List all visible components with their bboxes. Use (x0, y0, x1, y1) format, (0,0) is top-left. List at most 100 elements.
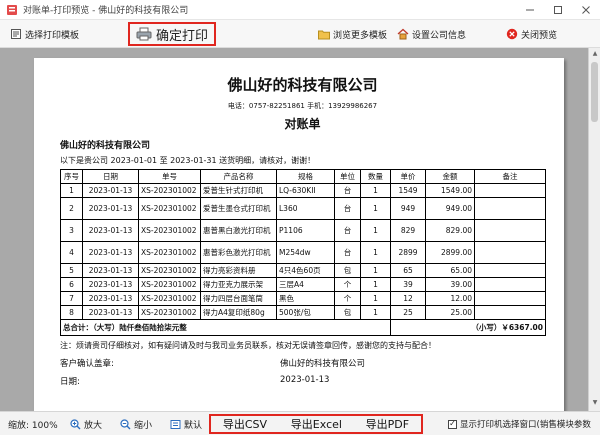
company-info-label: 设置公司信息 (412, 30, 467, 41)
select-template-label: 选择打印模板 (25, 30, 80, 41)
cell-unit: 个 (334, 291, 361, 306)
preview-canvas[interactable]: 佛山好的科技有限公司 电话：0757-82251861 手机：139299862… (0, 48, 600, 411)
cell-date: 2023-01-13 (82, 277, 139, 292)
zoom-out-button[interactable]: 缩小 (120, 412, 152, 435)
close-window-button[interactable] (572, 0, 600, 20)
cell-qty: 1 (360, 305, 391, 320)
cell-remark (474, 263, 546, 278)
cell-no: 1 (60, 183, 83, 198)
cell-spec: 三层A4 (276, 277, 335, 292)
cell-no: 6 (60, 277, 83, 292)
header-cell: 备注 (474, 169, 546, 184)
cell-product: 爱普生墨仓式打印机 (200, 197, 277, 220)
cell-unit: 台 (334, 241, 361, 264)
cell-product: 惠普彩色激光打印机 (200, 241, 277, 264)
header-cell: 规格 (276, 169, 335, 184)
cell-spec: M254dw (276, 241, 335, 264)
cell-remark (474, 219, 546, 242)
total-uppercase: 总合计：（大写）陆仟叁佰陆拾柒元整 (60, 319, 391, 336)
date-label: 日期: (60, 377, 80, 387)
zoom-level: 缩放: 100% (8, 420, 58, 431)
cell-no: 7 (60, 291, 83, 306)
cell-qty: 1 (360, 277, 391, 292)
close-icon (582, 6, 590, 14)
confirm-print-button[interactable]: 确定打印 (128, 22, 217, 46)
cell-amount: 25.00 (425, 305, 475, 320)
scroll-up-icon[interactable]: ▲ (590, 50, 600, 60)
total-lowercase: （小写）￥6367.00 (390, 319, 546, 336)
company-info-button[interactable]: 设置公司信息 (397, 20, 466, 48)
title-bar: 对账单-打印预览 - 佛山好的科技有限公司 (0, 0, 600, 20)
cell-price: 949 (390, 197, 426, 220)
cell-product: 爱普生针式打印机 (200, 183, 277, 198)
cell-date: 2023-01-13 (82, 219, 139, 242)
cell-remark (474, 241, 546, 264)
sign-company: 佛山好的科技有限公司 (280, 359, 366, 369)
cell-unit: 台 (334, 197, 361, 220)
minimize-icon (526, 9, 534, 11)
browse-more-templates-button[interactable]: 浏览更多模板 (318, 20, 387, 48)
maximize-icon (554, 6, 562, 14)
export-csv-button[interactable]: 导出CSV (223, 416, 267, 432)
cell-order: XS-202301002 (138, 291, 201, 306)
table-row: 5 2023-01-13 XS-202301002 得力亮彩资料册 4只4色60… (60, 263, 546, 278)
document-title: 对账单 (284, 117, 321, 131)
zoom-default-label: 默认 (184, 420, 203, 431)
export-pdf-button[interactable]: 导出PDF (366, 416, 409, 432)
zoom-in-label: 放大 (84, 420, 103, 431)
statement-page: 佛山好的科技有限公司 电话：0757-82251861 手机：139299862… (34, 58, 564, 411)
cell-no: 5 (60, 263, 83, 278)
table-row: 6 2023-01-13 XS-202301002 得力亚克力展示架 三层A4 … (60, 277, 546, 292)
show-printer-dialog-checkbox[interactable]: ✓ 显示打印机选择窗口(销售模块参数 (448, 412, 591, 435)
cell-amount: 2899.00 (425, 241, 475, 264)
header-cell: 数量 (360, 169, 391, 184)
maximize-button[interactable] (544, 0, 572, 20)
close-preview-button[interactable]: 关闭预览 (506, 20, 557, 48)
zoom-out-label: 缩小 (134, 420, 153, 431)
cell-no: 4 (60, 241, 83, 264)
cell-date: 2023-01-13 (82, 241, 139, 264)
cell-date: 2023-01-13 (82, 291, 139, 306)
cell-qty: 1 (360, 219, 391, 242)
cell-price: 25 (390, 305, 426, 320)
cell-remark (474, 305, 546, 320)
statement-table: 序号 日期 单号 产品名称 规格 单位 数量 单价 金额 备注 1 2023-0… (60, 169, 546, 336)
toolbar: 选择打印模板 确定打印 浏览更多模板 设置公司信息 关闭预览 (0, 20, 600, 48)
cell-unit: 包 (334, 305, 361, 320)
cell-price: 2899 (390, 241, 426, 264)
cell-product: 得力A4复印纸80g (200, 305, 277, 320)
cell-qty: 1 (360, 263, 391, 278)
cell-no: 2 (60, 197, 83, 220)
close-circle-icon (506, 28, 518, 40)
export-group: 导出CSV 导出Excel 导出PDF (209, 414, 423, 434)
browse-more-templates-label: 浏览更多模板 (333, 30, 388, 41)
table-row: 3 2023-01-13 XS-202301002 惠普黑白激光打印机 P110… (60, 219, 546, 242)
checkbox-checked-icon[interactable]: ✓ (448, 419, 457, 429)
zoom-default-button[interactable]: 默认 (170, 412, 202, 435)
cell-amount: 1549.00 (425, 183, 475, 198)
minimize-button[interactable] (516, 0, 544, 20)
header-cell: 产品名称 (200, 169, 277, 184)
cell-order: XS-202301002 (138, 197, 201, 220)
cell-spec: 4只4色60页 (276, 263, 335, 278)
cell-spec: 黑色 (276, 291, 335, 306)
cell-order: XS-202301002 (138, 305, 201, 320)
select-template-button[interactable]: 选择打印模板 (10, 20, 79, 48)
cell-date: 2023-01-13 (82, 263, 139, 278)
sign-label: 客户确认盖章: (60, 359, 114, 369)
table-row: 2 2023-01-13 XS-202301002 爱普生墨仓式打印机 L360… (60, 197, 546, 220)
vertical-scrollbar[interactable]: ▲ ▼ (588, 48, 600, 411)
status-bar: 缩放: 100% 放大 缩小 默认 导出CSV 导出Excel 导出PDF ✓ … (0, 411, 600, 435)
cell-no: 3 (60, 219, 83, 242)
cell-qty: 1 (360, 291, 391, 306)
zoom-in-button[interactable]: 放大 (70, 412, 102, 435)
cell-date: 2023-01-13 (82, 183, 139, 198)
cell-unit: 包 (334, 263, 361, 278)
company-name-heading: 佛山好的科技有限公司 (227, 76, 378, 94)
scrollbar-thumb[interactable] (591, 62, 598, 122)
export-excel-button[interactable]: 导出Excel (291, 416, 342, 432)
scroll-down-icon[interactable]: ▼ (590, 399, 600, 409)
cell-price: 39 (390, 277, 426, 292)
cell-order: XS-202301002 (138, 183, 201, 198)
show-printer-dialog-label: 显示打印机选择窗口(销售模块参数 (460, 420, 591, 430)
